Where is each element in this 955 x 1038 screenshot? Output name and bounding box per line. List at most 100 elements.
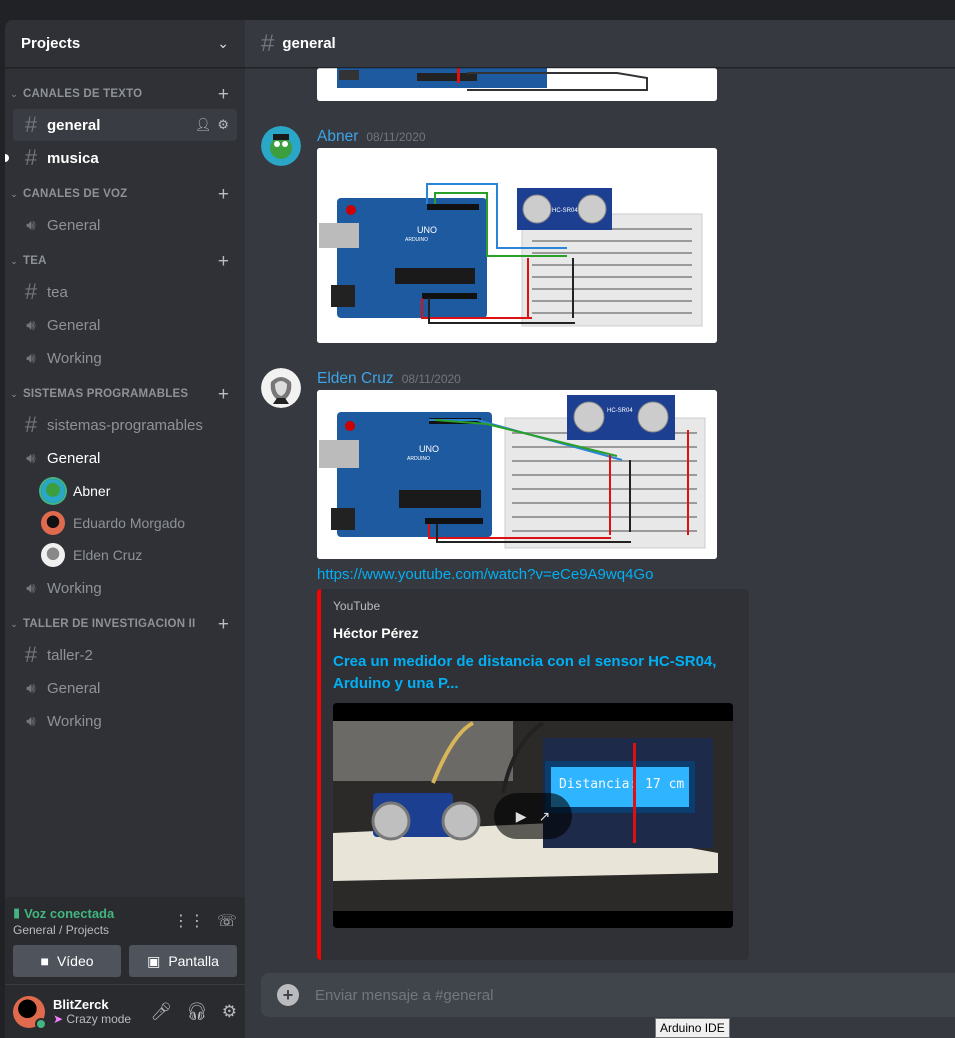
taskbar-tooltip: Arduino IDE <box>655 1018 730 1038</box>
sensor-label: HC-SR04 <box>552 208 578 214</box>
embed-title[interactable]: Crea un medidor de distancia con el sens… <box>333 651 733 695</box>
voice-user[interactable]: Abner <box>41 475 237 507</box>
voice-user-name: Eduardo Morgado <box>73 515 186 531</box>
category-header[interactable]: ⌄ TEA + <box>5 247 245 275</box>
text-channel-general[interactable]: # general 👤︎ ⚙ <box>13 109 237 141</box>
create-channel-icon[interactable]: + <box>218 85 229 104</box>
speaker-icon: 🔊︎ <box>26 679 36 697</box>
window-top-bar <box>0 0 955 20</box>
chevron-down-icon[interactable]: ⌄ <box>217 35 229 52</box>
voice-channel-working[interactable]: 🔊︎ Working <box>13 572 237 604</box>
voice-channel-working[interactable]: 🔊︎ Working <box>13 342 237 374</box>
microphone-icon[interactable]: 🎤︎ <box>151 1002 173 1022</box>
disconnect-icon[interactable]: ☏ <box>217 911 237 931</box>
voice-status[interactable]: ▮ Voz conectada <box>13 905 114 921</box>
svg-text:UNO: UNO <box>419 444 439 454</box>
chevron-down-icon: ⌄ <box>10 388 18 399</box>
camera-icon: ■ <box>40 953 49 969</box>
category-header[interactable]: ⌄ CANALES DE TEXTO + <box>5 80 245 108</box>
signal-icon: ▮ <box>13 905 21 920</box>
open-external-icon[interactable]: ↗ <box>539 808 551 825</box>
create-channel-icon[interactable]: + <box>218 615 229 634</box>
avatar <box>41 543 65 567</box>
category-label: TALLER DE INVESTIGACION II <box>23 618 196 630</box>
headphones-icon[interactable]: 🎧︎ <box>186 1002 208 1022</box>
video-button[interactable]: ■ Vídeo <box>13 945 121 977</box>
channel-list: ⌄ CANALES DE TEXTO + # general 👤︎ ⚙ # musica ⌄ CAN… <box>5 68 245 737</box>
category-label: CANALES DE VOZ <box>23 188 128 200</box>
category-header[interactable]: ⌄ CANALES DE VOZ + <box>5 180 245 208</box>
text-channel-sistemas-programables[interactable]: # sistemas-programables <box>13 409 237 441</box>
hash-icon: # <box>24 112 38 137</box>
server-header[interactable]: Projects ⌄ <box>5 20 245 68</box>
invite-user-icon[interactable]: 👤︎ <box>195 117 212 133</box>
voice-channel-general[interactable]: 🔊︎ General <box>13 309 237 341</box>
voice-user[interactable]: Elden Cruz <box>41 539 237 571</box>
brand-label: ARDUINO <box>405 237 428 243</box>
message-attachment-image[interactable]: UNO ARDUINO HC-SR04 <box>317 148 717 343</box>
message-author[interactable]: Abner <box>317 128 358 146</box>
play-button[interactable]: ▶ ↗ <box>494 793 572 839</box>
message-link[interactable]: https://www.youtube.com/watch?v=eCe9A9wq… <box>317 566 653 583</box>
circuit-image: UNO ARDUINO HC-SR04 <box>317 390 717 559</box>
add-attachment-icon[interactable]: + <box>277 984 299 1006</box>
hash-icon: # <box>24 145 38 170</box>
voice-user-name: Elden Cruz <box>73 547 143 563</box>
channel-name: tea <box>47 283 68 301</box>
create-channel-icon[interactable]: + <box>218 185 229 204</box>
text-channel-taller-2[interactable]: # taller-2 <box>13 639 237 671</box>
create-channel-icon[interactable]: + <box>218 252 229 271</box>
text-channel-tea[interactable]: # tea <box>13 276 237 308</box>
create-channel-icon[interactable]: + <box>218 385 229 404</box>
svg-text:ARDUINO: ARDUINO <box>407 456 430 462</box>
embed-video-thumbnail[interactable]: Distancia: 17 cm ▶ ↗ <box>333 703 733 928</box>
user-avatar[interactable] <box>13 995 47 1030</box>
voice-location[interactable]: General / Projects <box>13 923 114 937</box>
settings-gear-icon[interactable]: ⚙ <box>217 117 229 133</box>
message-composer[interactable]: + Enviar mensaje a #general <box>261 973 955 1017</box>
settings-gear-icon[interactable]: ⚙ <box>222 1002 237 1022</box>
text-channel-musica[interactable]: # musica <box>5 142 237 174</box>
channel-name: General <box>47 316 101 334</box>
avatar[interactable] <box>261 368 301 408</box>
message-list: Abner 08/11/2020 UNO ARDUINO HC-SR04 Eld… <box>245 68 955 978</box>
message-input[interactable]: Enviar mensaje a #general <box>315 987 493 1004</box>
noise-suppression-icon[interactable]: ⋮⋮ <box>173 911 205 931</box>
message-timestamp: 08/11/2020 <box>366 130 426 144</box>
channel-header: # general <box>245 20 955 68</box>
user-panel: BlitZerck ➤ Crazy mode 🎤︎ 🎧︎ ⚙ <box>5 985 245 1038</box>
message-attachment-image[interactable] <box>317 68 717 101</box>
circuit-image: UNO ARDUINO HC-SR04 <box>317 148 717 343</box>
voice-channel-general[interactable]: 🔊︎ General <box>13 442 237 474</box>
screen-share-icon: ▣ <box>147 952 161 969</box>
chevron-down-icon: ⌄ <box>10 255 18 266</box>
speaker-icon: 🔊︎ <box>26 316 36 334</box>
avatar[interactable] <box>261 126 301 166</box>
category-header[interactable]: ⌄ SISTEMAS PROGRAMABLES + <box>5 380 245 408</box>
youtube-embed: YouTube Héctor Pérez Crea un medidor de … <box>317 589 749 960</box>
category-header[interactable]: ⌄ TALLER DE INVESTIGACION II + <box>5 610 245 638</box>
channel-name: general <box>47 116 101 134</box>
voice-channel-working[interactable]: 🔊︎ Working <box>13 705 237 737</box>
voice-channel-general[interactable]: 🔊︎ General <box>13 209 237 241</box>
embed-author[interactable]: Héctor Pérez <box>333 625 733 641</box>
speaker-icon: 🔊︎ <box>26 712 36 730</box>
channel-name: General <box>47 679 101 697</box>
online-status-dot <box>35 1017 47 1030</box>
screen-share-button[interactable]: ▣ Pantalla <box>129 945 237 977</box>
category-label: TEA <box>23 255 47 267</box>
hash-icon: # <box>261 29 275 57</box>
message-author[interactable]: Elden Cruz <box>317 370 394 388</box>
voice-channel-general[interactable]: 🔊︎ General <box>13 672 237 704</box>
category-label: CANALES DE TEXTO <box>23 88 143 100</box>
channel-name: Working <box>47 349 102 367</box>
channel-name: Working <box>47 579 102 597</box>
message-timestamp: 08/11/2020 <box>401 372 461 386</box>
voice-user[interactable]: Eduardo Morgado <box>41 507 237 539</box>
embed-provider[interactable]: YouTube <box>333 599 733 613</box>
voice-user-name: Abner <box>73 483 111 499</box>
message-attachment-image[interactable]: UNO ARDUINO HC-SR04 <box>317 390 717 559</box>
pin-icon: ➤ <box>53 1012 64 1026</box>
circuit-image <box>317 68 717 101</box>
category-label: SISTEMAS PROGRAMABLES <box>23 388 189 400</box>
